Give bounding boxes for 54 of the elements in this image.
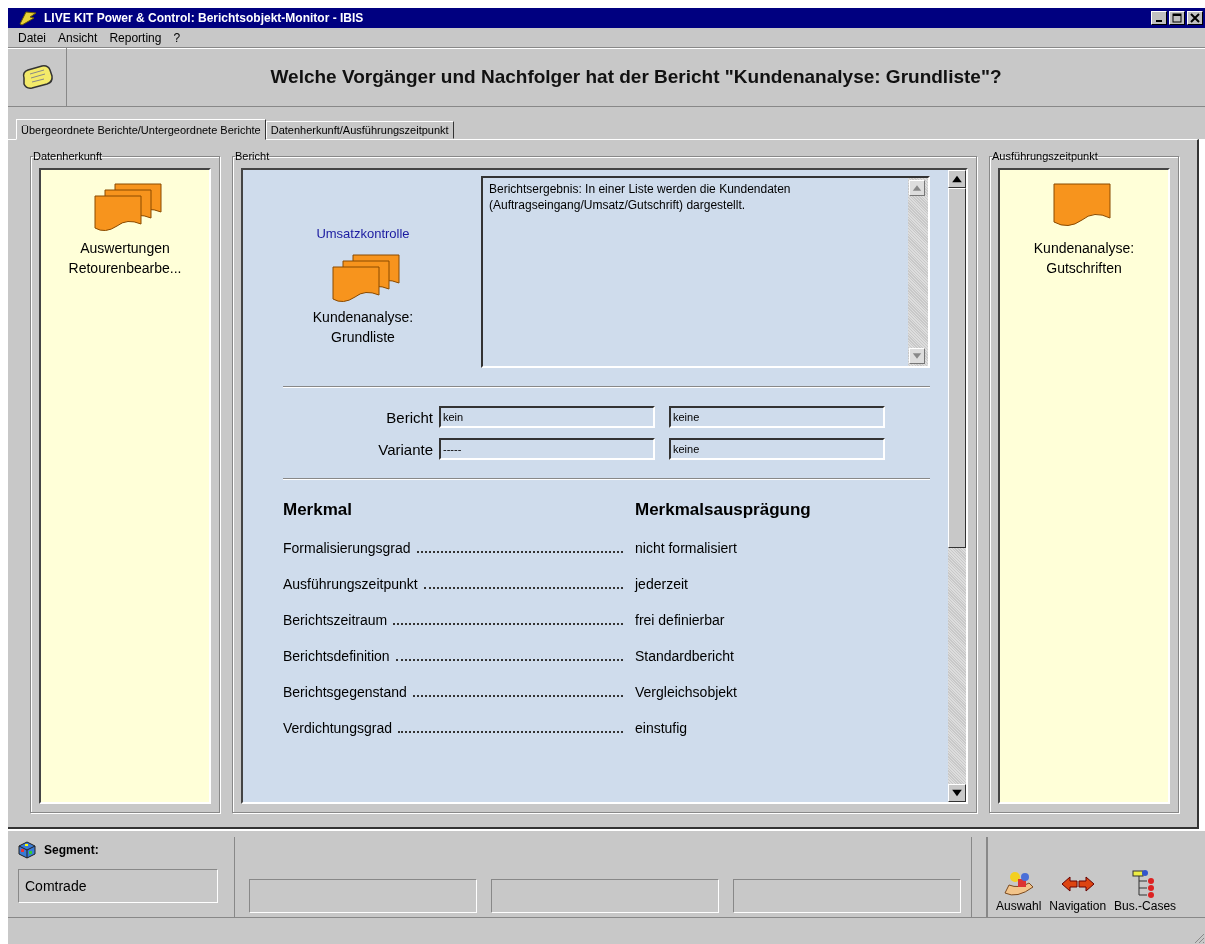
feature-name: Formalisierungsgrad — [283, 540, 411, 556]
resize-grip-icon[interactable] — [1193, 932, 1205, 944]
close-icon — [1190, 13, 1200, 23]
description-text: Berichtsergebnis: In einer Liste werden die Kundendaten (Auftragseingang/Umsatz/Gutschrift) dargestellt. — [488, 181, 792, 214]
feature-value: Vergleichsobjekt — [635, 684, 737, 700]
maximize-icon — [1172, 13, 1182, 23]
cube-icon — [18, 841, 36, 859]
report-label[interactable]: Kundenanalyse: Gutschriften — [1033, 238, 1135, 279]
input-field[interactable]: ----- — [439, 438, 655, 460]
feature-name: Verdichtungsgrad — [283, 720, 392, 736]
menu-item[interactable]: Ansicht — [58, 30, 98, 45]
feature-value: nicht formalisiert — [635, 540, 737, 556]
column-header: Merkmalsausprägung — [635, 500, 811, 520]
menu-item[interactable]: ? — [173, 30, 181, 45]
group-title: Ausführungszeitpunkt — [992, 150, 1098, 162]
input-field[interactable]: kein — [439, 406, 655, 428]
input-field[interactable]: keine — [669, 406, 885, 428]
feature-value: jederzeit — [635, 576, 688, 592]
segment-field[interactable]: Comtrade — [18, 869, 218, 903]
maximize-button[interactable] — [1169, 11, 1185, 25]
tab[interactable]: Datenherkunft/Ausführungszeitpunkt — [265, 121, 454, 139]
field-label: Variante — [377, 440, 433, 458]
group-title: Bericht — [235, 150, 270, 162]
description-box[interactable]: Berichtsergebnis: In einer Liste werden die Kundendaten (Auftragseingang/Umsatz/Gutschrift) dargestellt. — [481, 176, 930, 368]
toolbar-button[interactable]: Bus.-Cases — [1112, 869, 1179, 913]
toolbar-button[interactable]: Auswahl — [994, 869, 1044, 913]
column-header: Merkmal — [283, 500, 353, 520]
toolbar-button[interactable]: Navigation — [1047, 869, 1109, 913]
report-label: Kundenanalyse: Grundliste — [312, 308, 414, 348]
feature-name: Ausführungszeitpunkt — [283, 576, 418, 592]
feature-name: Berichtsdefinition — [283, 648, 390, 664]
group-title: Datenherkunft — [33, 150, 103, 162]
feature-value: frei definierbar — [635, 612, 725, 628]
scroll-icon — [20, 64, 54, 90]
feature-value: einstufig — [635, 720, 688, 736]
feature-name: Berichtsgegenstand — [283, 684, 407, 700]
minimize-button[interactable] — [1151, 11, 1167, 25]
scroll-thumb[interactable] — [948, 188, 966, 548]
scrollbar[interactable] — [948, 170, 966, 802]
input-field[interactable]: keine — [669, 438, 885, 460]
menu-item[interactable]: Datei — [18, 30, 46, 45]
segment-label: Segment: — [44, 843, 99, 857]
minimize-icon — [1156, 20, 1162, 22]
field-label: Bericht — [385, 408, 433, 426]
feature-name: Berichtszeitraum — [283, 612, 388, 628]
menu-item[interactable]: Reporting — [109, 30, 162, 45]
close-button[interactable] — [1187, 11, 1203, 25]
window-title: LIVE KIT Power & Control: Berichtsobjekt-Monitor - IBIS — [44, 11, 365, 25]
feature-value: Standardbericht — [635, 648, 734, 664]
parent-report-link[interactable]: Umsatzkontrolle — [316, 226, 410, 241]
tab[interactable]: Übergeordnete Berichte/Untergeordnete Berichte — [16, 119, 266, 140]
header-question: Welche Vorgänger und Nachfolger hat der Bericht "Kundenanalyse: Grundliste"? — [269, 66, 1003, 88]
lightning-icon — [18, 10, 38, 26]
report-label[interactable]: Auswertungen Retourenbearbe... — [68, 238, 182, 279]
